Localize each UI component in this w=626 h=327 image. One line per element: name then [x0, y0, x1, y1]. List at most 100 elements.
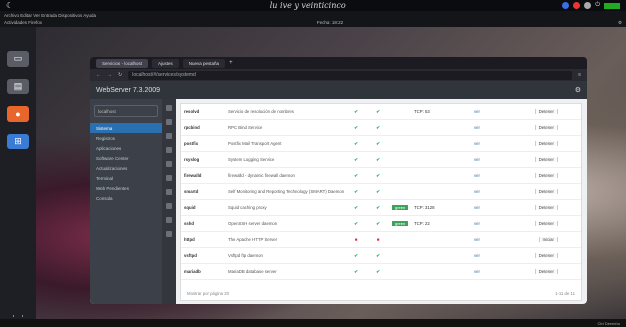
action-cell: Detener — [511, 253, 561, 258]
table-row[interactable]: resolvd Servicio de resolución de nombres… — [181, 104, 581, 120]
sidebar-item[interactable]: Consola — [90, 193, 162, 203]
app-content: WebServer 7.3.2009 ⚙ localhost Sistema R… — [90, 81, 587, 304]
tray-alert-icon[interactable] — [573, 2, 581, 9]
enabled-check-icon: ✔ — [376, 252, 380, 258]
tab-settings[interactable]: Ajustes — [152, 58, 179, 68]
reload-icon[interactable]: ↻ — [118, 72, 122, 78]
action-button[interactable]: Detener — [534, 189, 558, 194]
table-row[interactable]: smartd Self Monitoring and Reporting Tech… — [181, 184, 581, 200]
action-button[interactable]: Detener — [534, 157, 558, 162]
vm-menu-items[interactable]: Archivo Editar Ver Entrada Dispositivos … — [4, 12, 622, 19]
rail-icon[interactable] — [166, 203, 172, 209]
status-badge: green — [389, 221, 411, 226]
service-description: Vsftpd ftp daemon — [228, 253, 263, 258]
table-row[interactable]: sshd OpenSSH server daemon ✔ ✔ green TCP: 22 v… — [181, 216, 581, 232]
active-check-icon: ✔ — [354, 172, 358, 178]
table-row[interactable]: rpcbind RPC Bind Service ✔ ✔ ver Detener — [181, 120, 581, 136]
forward-icon[interactable]: → — [107, 72, 112, 78]
table-row[interactable]: firewalld firewalld - dynamic firewall da… — [181, 168, 581, 184]
service-link[interactable]: ver — [471, 221, 511, 226]
service-link[interactable]: ver — [471, 157, 511, 162]
sidebar-item[interactable]: Web Pendientes — [90, 183, 162, 193]
tab-services[interactable]: Servicios - localhost — [96, 58, 149, 68]
rail-icon[interactable] — [166, 175, 172, 181]
service-name: httpd — [184, 237, 195, 242]
service-link[interactable]: ver — [471, 189, 511, 194]
table-row[interactable]: vsftpd Vsftpd ftp daemon ✔ ✔ ver Detener — [181, 248, 581, 264]
action-button[interactable]: Detener — [534, 109, 558, 114]
back-icon[interactable]: ← — [96, 72, 101, 78]
service-link[interactable]: ver — [471, 141, 511, 146]
url-field[interactable]: localhost/#/services/systemd — [128, 70, 573, 80]
action-button[interactable]: Detener — [534, 125, 558, 130]
service-link[interactable]: ver — [471, 253, 511, 258]
action-cell: Detener — [511, 189, 561, 194]
sidebar: localhost Sistema Registros Aplicaciones… — [90, 99, 162, 304]
action-button[interactable]: Detener — [534, 221, 558, 226]
table-row[interactable]: rsyslog System Logging Service ✔ ✔ ver Detene… — [181, 152, 581, 168]
files-icon[interactable]: ▤ — [7, 78, 29, 95]
service-port: TCP: 53 — [414, 109, 430, 114]
software-icon[interactable]: ⊞ — [7, 133, 29, 150]
action-cell: Detener — [511, 157, 561, 162]
host-selector[interactable]: localhost — [94, 105, 158, 117]
user-menu-icon[interactable]: ⚙ — [575, 86, 581, 94]
tab-new[interactable]: Nueva pestaña — [182, 58, 226, 68]
service-link[interactable]: ver — [471, 125, 511, 130]
rail-icon[interactable] — [166, 161, 172, 167]
action-button[interactable]: Iniciar — [538, 237, 558, 242]
action-cell: Detener — [511, 141, 561, 146]
window-title: lu ive y veinticinco — [269, 1, 346, 10]
sidebar-item[interactable]: Actualizaciones — [90, 163, 162, 173]
firefox-icon[interactable]: ● — [7, 106, 29, 122]
action-button[interactable]: Detener — [534, 141, 558, 146]
sidebar-item[interactable]: Aplicaciones — [90, 143, 162, 153]
sidebar-item[interactable]: Terminal — [90, 173, 162, 183]
table-row[interactable]: httpd The Apache HTTP Server ■ ■ ver Iniciar — [181, 232, 581, 248]
rail-icon[interactable] — [166, 217, 172, 223]
terminal-icon[interactable]: ▭ — [7, 51, 29, 67]
power-icon[interactable]: ⏻ — [595, 2, 600, 9]
enabled-check-icon: ✔ — [376, 108, 380, 114]
action-button[interactable]: Detener — [534, 205, 558, 210]
sidebar-item[interactable]: Software Center — [90, 153, 162, 163]
table-row[interactable]: squid Squid caching proxy ✔ ✔ green TCP: 3128… — [181, 200, 581, 216]
service-link[interactable]: ver — [471, 269, 511, 274]
rail-icon[interactable] — [166, 189, 172, 195]
rail-icon[interactable] — [166, 231, 172, 237]
service-description: RPC Bind Service — [228, 125, 263, 130]
tray-network-icon[interactable] — [584, 2, 592, 9]
rail-icon[interactable] — [166, 119, 172, 125]
enabled-check-icon: ✔ — [376, 172, 380, 178]
menu-icon[interactable]: ≡ — [578, 72, 581, 78]
rail-icon[interactable] — [166, 133, 172, 139]
service-description: Squid caching proxy — [228, 205, 267, 210]
icon-rail — [162, 99, 176, 304]
activities-label[interactable]: Actividades Firefox — [4, 19, 42, 26]
action-cell: Detener — [511, 125, 561, 130]
enabled-check-icon: ✔ — [376, 220, 380, 226]
action-button[interactable]: Detener — [534, 173, 558, 178]
table-row[interactable]: mariadb MariaDB database server ✔ ✔ ver Deten… — [181, 264, 581, 280]
service-link[interactable]: ver — [471, 109, 511, 114]
table-row[interactable]: postfix Postfix Mail Transport Agent ✔ ✔ ver… — [181, 136, 581, 152]
nav-bar: ← → ↻ localhost/#/services/systemd ≡ — [90, 69, 587, 81]
dock: ▭ ▤ ● ⊞ ⋮⋮ — [0, 27, 36, 327]
action-button[interactable]: Detener — [534, 253, 558, 258]
action-button[interactable]: Detener — [534, 269, 558, 274]
rail-icon[interactable] — [166, 147, 172, 153]
sidebar-item[interactable]: Registros — [90, 133, 162, 143]
sidebar-item[interactable]: Sistema — [90, 123, 162, 133]
service-link[interactable]: ver — [471, 173, 511, 178]
tray-status-icon[interactable] — [562, 2, 570, 9]
active-check-icon: ✔ — [354, 188, 358, 194]
new-tab-icon[interactable]: + — [229, 60, 233, 66]
service-link[interactable]: ver — [471, 237, 511, 242]
active-check-icon: ✔ — [354, 156, 358, 162]
app-header: WebServer 7.3.2009 ⚙ — [90, 81, 587, 99]
page-size[interactable]: Mostrar por página 20 — [187, 291, 229, 296]
service-link[interactable]: ver — [471, 205, 511, 210]
rail-icon[interactable] — [166, 105, 172, 111]
active-check-icon: ✔ — [354, 204, 358, 210]
system-menu-icon[interactable]: ☾ — [6, 1, 13, 10]
